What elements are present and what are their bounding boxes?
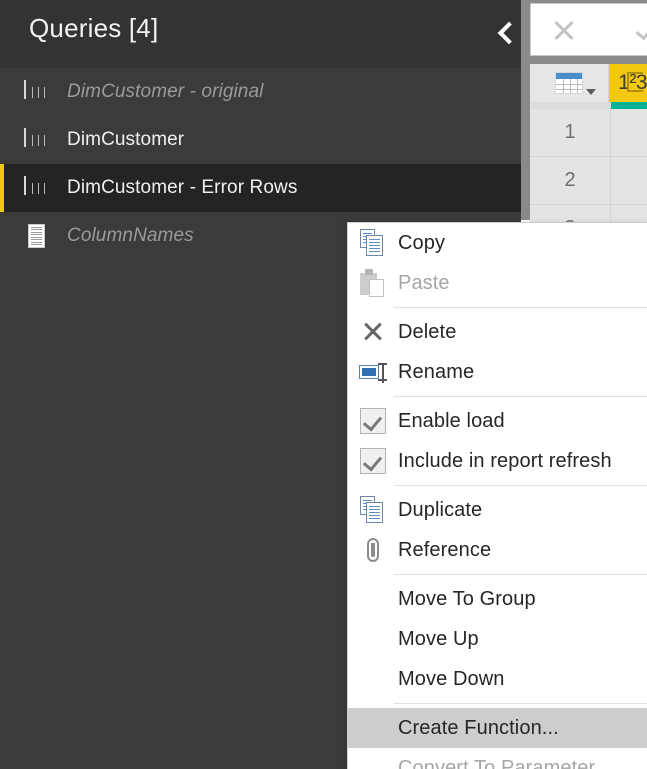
menu-item-label: Duplicate: [398, 498, 483, 521]
column-quality-bar: [611, 102, 647, 109]
menu-separator: [394, 574, 647, 575]
selection-accent-bar: [0, 212, 4, 260]
query-list-item-label: DimCustomer - Error Rows: [67, 177, 298, 198]
list-icon: [28, 224, 45, 248]
menu-separator: [394, 307, 647, 308]
data-grid-container: 1²3 1 2 3: [521, 0, 647, 253]
row-number: 2: [530, 157, 611, 205]
menu-item-label: Move To Group: [398, 587, 536, 610]
menu-item-label: Convert To Parameter: [398, 756, 596, 769]
menu-item-enable-load[interactable]: Enable load: [348, 401, 647, 441]
menu-item-icon-slot: [348, 659, 398, 699]
table-icon: [24, 80, 50, 103]
selection-accent-bar: [0, 164, 4, 212]
checkmark-icon[interactable]: [638, 20, 647, 40]
menu-item-label: Move Down: [398, 667, 505, 690]
rename-icon: [348, 352, 398, 392]
close-icon[interactable]: [552, 18, 576, 42]
menu-item-label: Enable load: [398, 409, 505, 432]
table-icon: [24, 128, 50, 151]
menu-item-label: Create Function...: [398, 716, 559, 739]
menu-item-include-in-report-refresh[interactable]: Include in report refresh: [348, 441, 647, 481]
menu-item-rename[interactable]: Rename: [348, 352, 647, 392]
menu-item-duplicate[interactable]: Duplicate: [348, 490, 647, 530]
queries-pane-header: Queries [4]: [0, 0, 521, 68]
table-cell[interactable]: [611, 109, 647, 157]
query-list-item-label: DimCustomer: [67, 129, 185, 150]
query-list-item-dimcustomer-original[interactable]: DimCustomer - original: [0, 68, 521, 116]
query-list-item-dimcustomer[interactable]: DimCustomer: [0, 116, 521, 164]
menu-separator: [394, 485, 647, 486]
menu-item-icon-slot: [348, 579, 398, 619]
page-title: Queries [4]: [29, 13, 159, 43]
menu-item-label: Move Up: [398, 627, 479, 650]
menu-item-delete[interactable]: Delete: [348, 312, 647, 352]
menu-item-move-to-group[interactable]: Move To Group: [348, 579, 647, 619]
menu-item-reference[interactable]: Reference: [348, 530, 647, 570]
menu-item-create-function[interactable]: Create Function...: [348, 708, 647, 748]
menu-item-move-up[interactable]: Move Up: [348, 619, 647, 659]
column-name-partial: [627, 72, 643, 92]
copy-icon: [348, 223, 398, 263]
menu-item-label: Reference: [398, 538, 492, 561]
close-icon: [348, 312, 398, 352]
menu-item-paste[interactable]: Paste: [348, 263, 647, 303]
menu-item-icon-slot: [348, 708, 398, 748]
table-icon: [555, 72, 584, 94]
selection-accent-bar: [0, 68, 4, 116]
menu-item-icon-slot: [348, 748, 398, 769]
chevron-down-icon[interactable]: [586, 89, 597, 95]
menu-item-label: Copy: [398, 231, 446, 254]
grid-header-row: 1²3: [530, 64, 647, 102]
menu-item-move-down[interactable]: Move Down: [348, 659, 647, 699]
row-number-gutter-bar: [530, 102, 611, 109]
menu-item-icon-slot: [348, 619, 398, 659]
query-list-item-dimcustomer-error-rows[interactable]: DimCustomer - Error Rows: [0, 164, 521, 212]
row-number: 1: [530, 109, 611, 157]
checkbox-icon[interactable]: [348, 441, 398, 481]
table-row[interactable]: 1: [530, 109, 647, 157]
menu-item-label: Paste: [398, 271, 450, 294]
menu-item-label: Rename: [398, 360, 475, 383]
query-list-item-label: DimCustomer - original: [67, 81, 264, 102]
duplicate-icon: [348, 490, 398, 530]
query-list-item-label: ColumnNames: [67, 225, 194, 246]
table-cell[interactable]: [611, 157, 647, 205]
chevron-left-icon: [496, 24, 512, 40]
menu-separator: [394, 396, 647, 397]
menu-separator: [394, 703, 647, 704]
data-grid: 1²3 1 2 3: [530, 64, 647, 253]
menu-item-convert-to-parameter[interactable]: Convert To Parameter: [348, 748, 647, 769]
select-all-table-button[interactable]: [530, 64, 610, 102]
checkbox-icon[interactable]: [348, 401, 398, 441]
menu-item-label: Include in report refresh: [398, 449, 612, 472]
query-context-menu: Copy Paste Delete Rename Enable load Inc…: [347, 222, 647, 769]
menu-item-copy[interactable]: Copy: [348, 223, 647, 263]
selection-accent-bar: [0, 116, 4, 164]
table-icon: [24, 176, 50, 199]
paste-icon: [348, 263, 398, 303]
collapse-queries-pane-button[interactable]: [484, 10, 524, 54]
paperclip-icon: [348, 530, 398, 570]
power-query-editor: 1²3 1 2 3: [0, 0, 647, 769]
table-row[interactable]: 2: [530, 157, 647, 205]
column-header[interactable]: 1²3: [609, 64, 647, 102]
formula-bar[interactable]: [530, 3, 647, 56]
menu-item-label: Delete: [398, 320, 457, 343]
